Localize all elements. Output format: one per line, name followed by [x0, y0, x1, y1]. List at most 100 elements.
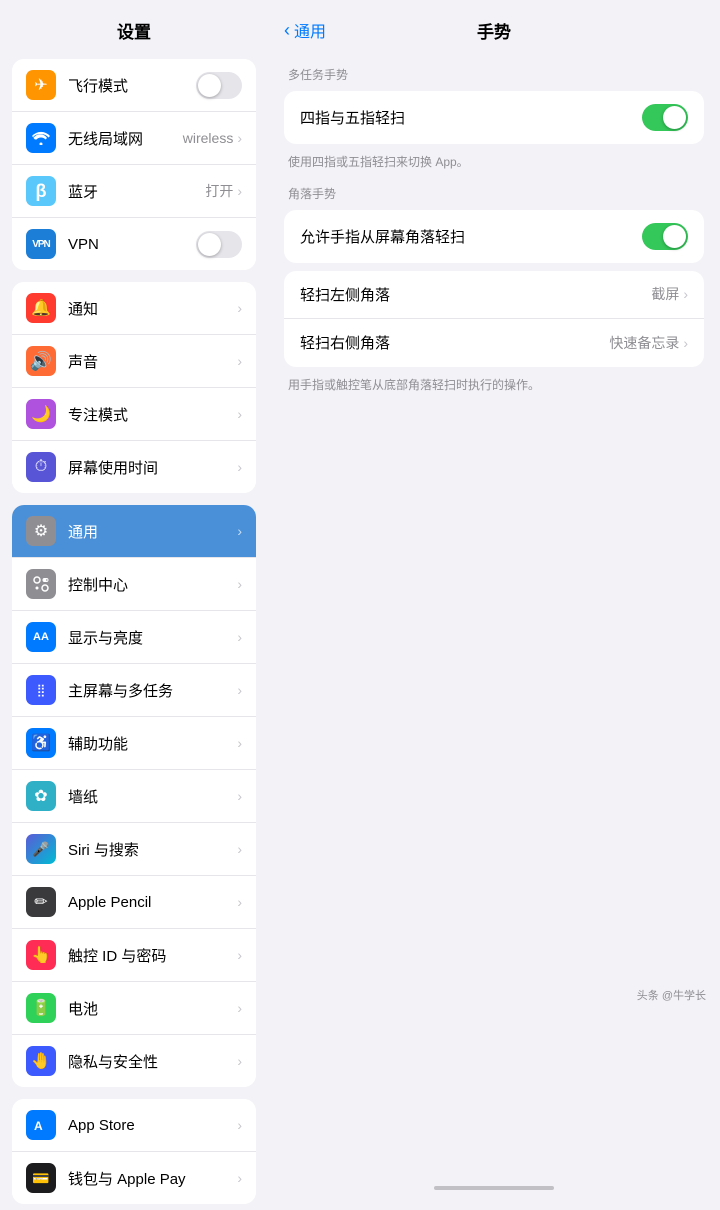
section1-header: 多任务手势	[268, 60, 720, 87]
vpn-toggle[interactable]	[196, 231, 242, 258]
sidebar-item-vpn[interactable]: VPN VPN	[12, 218, 256, 270]
detail-item-corner-swipe[interactable]: 允许手指从屏幕角落轻扫	[284, 210, 704, 263]
sidebar-item-privacy[interactable]: 🤚 隐私与安全性 ›	[12, 1035, 256, 1087]
bluetooth-chevron: ›	[237, 183, 242, 199]
right-header: ‹ 通用 手势	[268, 0, 720, 52]
detail-item-four-five-swipe[interactable]: 四指与五指轻扫	[284, 91, 704, 144]
sidebar-item-general[interactable]: ⚙ 通用 ›	[12, 505, 256, 558]
sound-label: 声音	[68, 351, 237, 372]
swipe-right-chevron: ›	[683, 335, 688, 351]
swipe-left-chevron: ›	[683, 286, 688, 302]
four-five-swipe-toggle[interactable]	[642, 104, 688, 131]
sound-icon: 🔊	[26, 346, 56, 376]
settings-group-apps: A App Store › 💳 钱包与 Apple Pay ›	[12, 1099, 256, 1204]
back-button[interactable]: ‹ 通用	[284, 18, 326, 42]
appstore-icon: A	[26, 1110, 56, 1140]
swipe-left-value: 截屏	[651, 284, 679, 304]
sidebar-item-applepencil[interactable]: ✏ Apple Pencil ›	[12, 876, 256, 929]
sidebar-item-siri[interactable]: 🎤 Siri 与搜索 ›	[12, 823, 256, 876]
home-indicator	[434, 1186, 554, 1190]
sidebar-item-control[interactable]: 控制中心 ›	[12, 558, 256, 611]
display-icon: AA	[26, 622, 56, 652]
sidebar-item-accessibility[interactable]: ♿ 辅助功能 ›	[12, 717, 256, 770]
airplane-label: 飞行模式	[68, 75, 196, 96]
sidebar-item-appstore[interactable]: A App Store ›	[12, 1099, 256, 1152]
notification-icon: 🔔	[26, 293, 56, 323]
section2-header: 角落手势	[268, 179, 720, 206]
wifi-label: 无线局域网	[68, 128, 183, 149]
applepencil-icon: ✏	[26, 887, 56, 917]
sidebar-item-battery[interactable]: 🔋 电池 ›	[12, 982, 256, 1035]
accessibility-icon: ♿	[26, 728, 56, 758]
wifi-value: wireless	[183, 130, 234, 146]
airplane-toggle[interactable]	[196, 72, 242, 99]
settings-group-notifications: 🔔 通知 › 🔊 声音 › 🌙 专注模式 › ⏱ 屏幕使用时间 ›	[12, 282, 256, 493]
sidebar-item-notification[interactable]: 🔔 通知 ›	[12, 282, 256, 335]
vpn-label: VPN	[68, 236, 196, 253]
sidebar-item-bluetooth[interactable]: β 蓝牙 打开 ›	[12, 165, 256, 218]
siri-label: Siri 与搜索	[68, 839, 237, 860]
corner-swipe-toggle[interactable]	[642, 223, 688, 250]
svg-text:A: A	[34, 1119, 43, 1133]
wallet-icon: 💳	[26, 1163, 56, 1193]
note1: 使用四指或五指轻扫来切换 App。	[268, 150, 720, 179]
wallpaper-label: 墙纸	[68, 786, 237, 807]
sidebar-item-screentime[interactable]: ⏱ 屏幕使用时间 ›	[12, 441, 256, 493]
sidebar-item-airplane[interactable]: ✈ 飞行模式	[12, 59, 256, 112]
settings-group-connectivity: ✈ 飞行模式 无线局域网 wireless › β 蓝牙 打开 › VPN VP…	[12, 59, 256, 270]
right-panel: ‹ 通用 手势 多任务手势 四指与五指轻扫 使用四指或五指轻扫来切换 App。 …	[268, 0, 720, 1210]
swipe-right-label: 轻扫右侧角落	[300, 332, 609, 353]
battery-label: 电池	[68, 998, 237, 1019]
four-five-swipe-label: 四指与五指轻扫	[300, 107, 642, 128]
homescreen-icon: ⣿	[26, 675, 56, 705]
sidebar-item-focus[interactable]: 🌙 专注模式 ›	[12, 388, 256, 441]
homescreen-label: 主屏幕与多任务	[68, 680, 237, 701]
focus-label: 专注模式	[68, 404, 237, 425]
back-label: 通用	[294, 18, 326, 42]
privacy-icon: 🤚	[26, 1046, 56, 1076]
watermark: 头条 @牛学长	[637, 987, 706, 1003]
general-label: 通用	[68, 521, 237, 542]
sidebar-item-touchid[interactable]: 👆 触控 ID 与密码 ›	[12, 929, 256, 982]
bottom-bar	[268, 1170, 720, 1210]
sidebar-item-sound[interactable]: 🔊 声音 ›	[12, 335, 256, 388]
wallpaper-icon: ✿	[26, 781, 56, 811]
detail-group-corner: 允许手指从屏幕角落轻扫	[284, 210, 704, 263]
vpn-icon: VPN	[26, 229, 56, 259]
sidebar-item-wallet[interactable]: 💳 钱包与 Apple Pay ›	[12, 1152, 256, 1204]
notification-label: 通知	[68, 298, 237, 319]
corner-swipe-label: 允许手指从屏幕角落轻扫	[300, 226, 642, 247]
left-panel: 设置 ✈ 飞行模式 无线局域网 wireless › β 蓝牙 打开 ›	[0, 0, 268, 1210]
battery-icon: 🔋	[26, 993, 56, 1023]
appstore-label: App Store	[68, 1117, 237, 1134]
settings-group-general: ⚙ 通用 › 控制中心 › AA 显示与亮度 › ⣿ 主屏	[12, 505, 256, 1087]
siri-icon: 🎤	[26, 834, 56, 864]
right-title: 手势	[477, 18, 511, 43]
touchid-label: 触控 ID 与密码	[68, 945, 237, 966]
control-label: 控制中心	[68, 574, 237, 595]
bluetooth-label: 蓝牙	[68, 181, 205, 202]
wifi-chevron: ›	[237, 130, 242, 146]
focus-icon: 🌙	[26, 399, 56, 429]
sidebar-item-wallpaper[interactable]: ✿ 墙纸 ›	[12, 770, 256, 823]
detail-group-multitask: 四指与五指轻扫	[284, 91, 704, 144]
detail-item-swipe-right[interactable]: 轻扫右侧角落 快速备忘录 ›	[284, 319, 704, 367]
swipe-right-value: 快速备忘录	[609, 333, 679, 353]
swipe-left-label: 轻扫左侧角落	[300, 284, 651, 305]
touchid-icon: 👆	[26, 940, 56, 970]
left-header: 设置	[0, 0, 268, 53]
airplane-icon: ✈	[26, 70, 56, 100]
privacy-label: 隐私与安全性	[68, 1051, 237, 1072]
back-chevron-icon: ‹	[284, 20, 290, 41]
wallet-label: 钱包与 Apple Pay	[68, 1168, 237, 1189]
display-label: 显示与亮度	[68, 627, 237, 648]
detail-item-swipe-left[interactable]: 轻扫左侧角落 截屏 ›	[284, 271, 704, 319]
screentime-icon: ⏱	[26, 452, 56, 482]
screentime-label: 屏幕使用时间	[68, 457, 237, 478]
bluetooth-icon: β	[26, 176, 56, 206]
sidebar-item-display[interactable]: AA 显示与亮度 ›	[12, 611, 256, 664]
general-icon: ⚙	[26, 516, 56, 546]
sidebar-item-homescreen[interactable]: ⣿ 主屏幕与多任务 ›	[12, 664, 256, 717]
applepencil-label: Apple Pencil	[68, 894, 237, 911]
sidebar-item-wifi[interactable]: 无线局域网 wireless ›	[12, 112, 256, 165]
